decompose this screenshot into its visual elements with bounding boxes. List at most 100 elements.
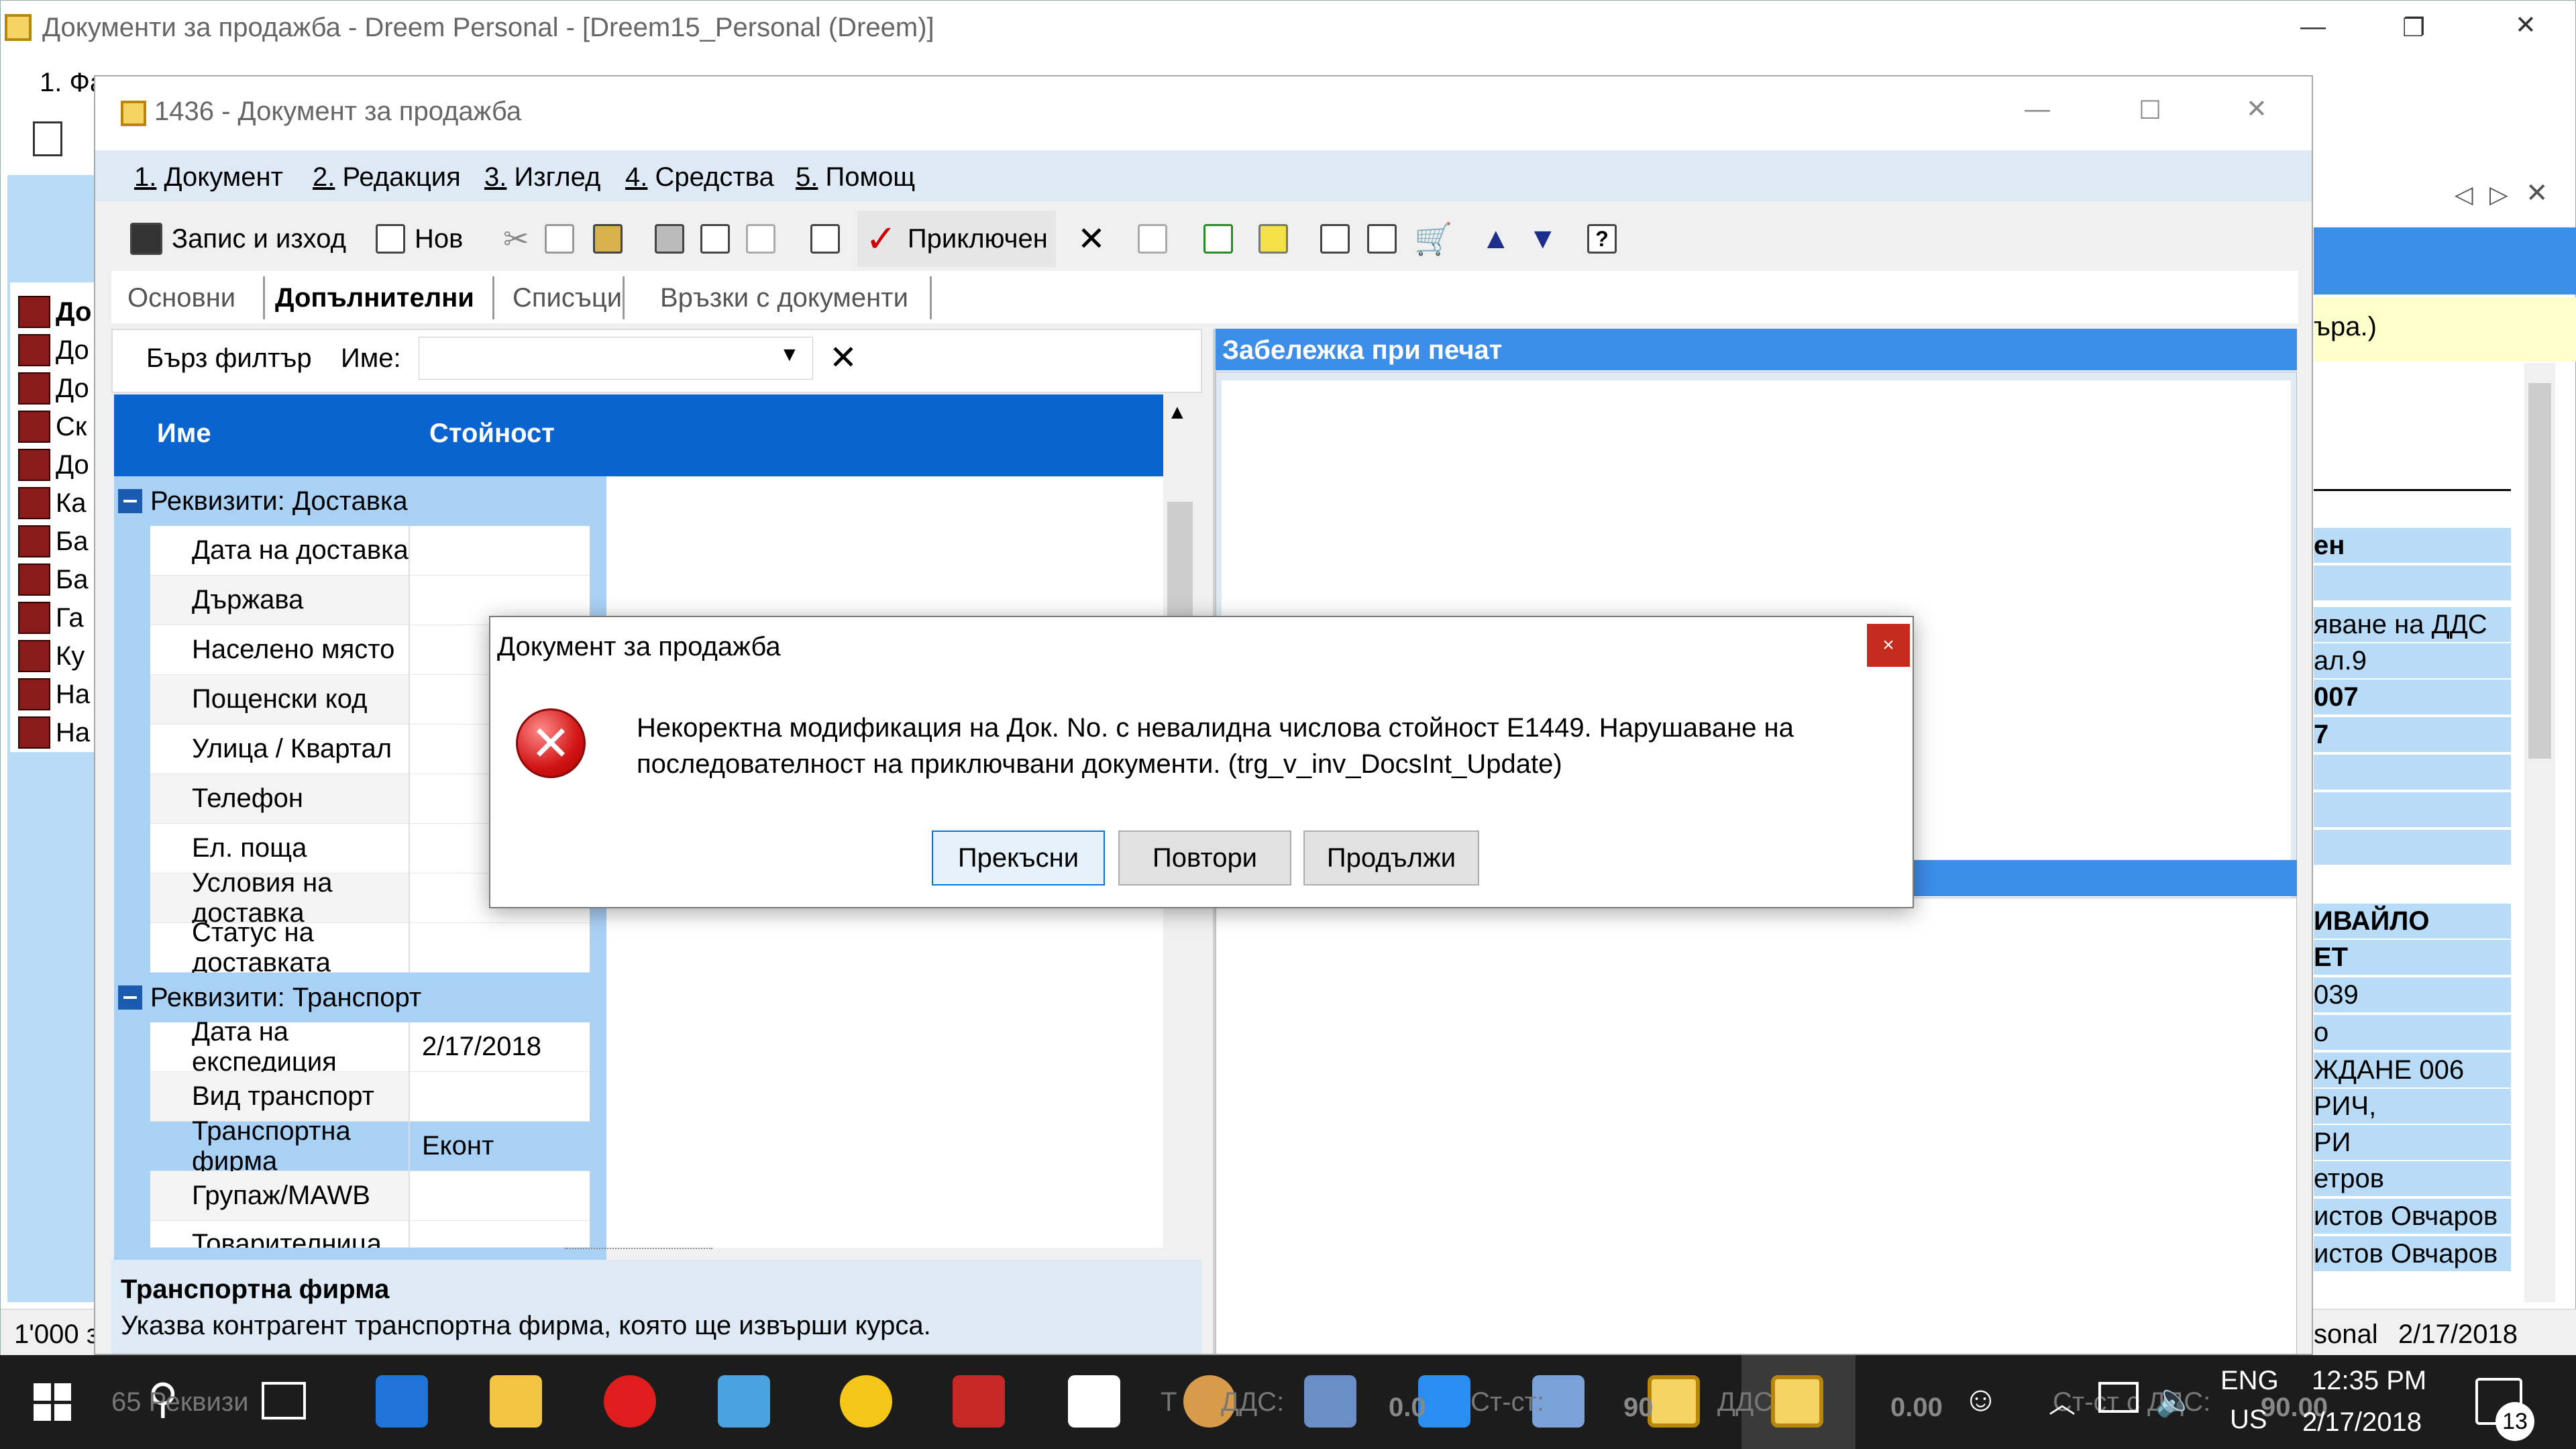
paste-button[interactable] <box>593 211 632 267</box>
name-filter-input[interactable] <box>419 337 813 380</box>
new-button[interactable]: Нов <box>376 211 463 267</box>
list-item[interactable]: До <box>18 334 89 366</box>
finished-button[interactable]: ✓ Приключен <box>857 211 1056 267</box>
continue-button[interactable]: Продължи <box>1303 830 1479 885</box>
opera-icon[interactable] <box>604 1375 656 1428</box>
menu-view[interactable]: 3. Изглед <box>484 162 600 193</box>
doc-minimize-icon[interactable]: — <box>2025 95 2050 124</box>
list-item[interactable]: Ку <box>18 640 85 672</box>
table-row[interactable]: Статус на доставката <box>150 918 643 977</box>
list-button[interactable] <box>1138 211 1177 267</box>
second-panel-area <box>1216 898 2297 1354</box>
menu-edit[interactable]: 2. Редакция <box>313 162 461 193</box>
list-item[interactable]: Ба <box>18 525 89 557</box>
list-item[interactable]: На <box>18 678 90 710</box>
tab-main[interactable]: Основни <box>127 276 235 319</box>
calculator-icon[interactable] <box>1068 1375 1120 1428</box>
help-button[interactable]: ? <box>1587 211 1626 267</box>
doc-maximize-icon[interactable]: ☐ <box>2139 95 2161 125</box>
copy-doc-button[interactable] <box>1320 211 1359 267</box>
app-icon[interactable] <box>1418 1375 1470 1428</box>
move-down-button[interactable]: ▼ <box>1528 211 1558 267</box>
table-row[interactable]: Дата на експедиция 2/17/2018 <box>150 1017 643 1077</box>
network-icon[interactable] <box>2098 1382 2139 1413</box>
menu-help[interactable]: 5. Помощ <box>796 162 915 193</box>
windows-start-icon[interactable] <box>34 1383 71 1421</box>
list-item[interactable]: Ка <box>18 487 87 519</box>
scroll-thumb[interactable] <box>2528 383 2551 759</box>
dreem-icon[interactable] <box>1648 1375 1700 1428</box>
tray-chevron-icon[interactable]: ︿ <box>2049 1382 2076 1421</box>
copy-button[interactable] <box>545 211 584 267</box>
edit-doc-button[interactable] <box>810 211 849 267</box>
move-up-button[interactable]: ▲ <box>1481 211 1511 267</box>
print-preview-button[interactable] <box>700 211 739 267</box>
group-row[interactable]: Реквизити: Транспорт <box>114 973 606 1022</box>
close-panel-icon[interactable]: ✕ <box>2526 178 2548 209</box>
people-icon[interactable]: ☺ <box>1963 1379 1998 1419</box>
highlight-button[interactable] <box>1258 211 1297 267</box>
list-item[interactable]: На <box>18 716 90 749</box>
col-header-name[interactable]: Име <box>157 419 211 449</box>
new-doc-icon[interactable] <box>33 121 62 156</box>
menu-document[interactable]: 1. Документ <box>134 162 283 193</box>
quick-filter-label[interactable]: Бърз филтър <box>146 343 312 374</box>
retry-button[interactable]: Повтори <box>1118 830 1291 885</box>
close-icon[interactable]: ✕ <box>2515 10 2536 40</box>
clock-date[interactable]: 2/17/2018 <box>2302 1407 2422 1438</box>
clear-filter-icon[interactable]: ✕ <box>829 338 857 377</box>
refresh-button[interactable] <box>1203 211 1242 267</box>
list-item[interactable]: До <box>18 372 89 405</box>
save-exit-button[interactable]: Запис и изход <box>130 211 346 267</box>
next-icon[interactable]: ▷ <box>2489 180 2508 209</box>
table-row-selected[interactable]: Транспортна фирма Еконт <box>150 1116 643 1176</box>
cyberghost-icon[interactable] <box>840 1375 892 1428</box>
restore-icon[interactable]: ❐ <box>2402 13 2425 43</box>
lang-top[interactable]: ENG <box>2220 1366 2279 1396</box>
cancel-finish-button[interactable]: ✕ <box>1077 211 1106 267</box>
doc-close-icon[interactable]: ✕ <box>2246 94 2267 124</box>
abort-button[interactable]: Прекъсни <box>932 830 1105 885</box>
expressvpn-icon[interactable] <box>953 1375 1005 1428</box>
cut-button[interactable]: ✂ <box>503 211 529 267</box>
tab-doc-links[interactable]: Връзки с документи <box>660 276 908 319</box>
attach-button[interactable] <box>746 211 785 267</box>
col-header-value[interactable]: Стойност <box>429 419 555 449</box>
list-item[interactable]: До <box>18 449 89 481</box>
table-row[interactable]: Групаж/MAWB <box>150 1171 643 1221</box>
network-app-icon[interactable] <box>718 1375 770 1428</box>
tab-additional[interactable]: Допълнителни <box>275 276 474 319</box>
minimize-icon[interactable]: — <box>2300 13 2326 42</box>
list-item[interactable]: Га <box>18 602 84 634</box>
menu-tools[interactable]: 4. Средства <box>625 162 774 193</box>
scroll-up-icon[interactable]: ▲ <box>1167 401 1187 424</box>
task-view-icon[interactable] <box>262 1382 306 1419</box>
group-row[interactable]: Реквизити: Доставка <box>114 476 606 526</box>
list-item[interactable]: Ба <box>18 564 89 596</box>
table-row[interactable]: Вид транспорт <box>150 1072 643 1122</box>
status-right-label: sonal <box>2314 1320 2378 1349</box>
table-row[interactable]: Товарителница <box>150 1221 643 1248</box>
right-scrollbar[interactable] <box>2524 363 2555 1302</box>
cart-button[interactable]: 🛒 <box>1414 211 1452 267</box>
lang-bottom[interactable]: US <box>2230 1405 2267 1435</box>
collapse-icon[interactable] <box>118 985 142 1010</box>
dreem-active-icon[interactable] <box>1771 1375 1823 1428</box>
volume-icon[interactable]: 🔈 <box>2155 1381 2195 1419</box>
file-explorer-icon[interactable] <box>490 1375 542 1428</box>
dialog-close-button[interactable]: × <box>1867 624 1910 667</box>
collapse-icon[interactable] <box>118 489 142 513</box>
name-filter-label: Име: <box>341 343 401 373</box>
list-item[interactable]: Ск <box>18 411 87 443</box>
splitter-handle[interactable] <box>565 1248 712 1258</box>
clock-time[interactable]: 12:35 PM <box>2312 1366 2426 1396</box>
tab-lists[interactable]: Списъци <box>513 276 622 319</box>
edge-icon[interactable] <box>376 1375 428 1428</box>
table-row[interactable]: Дата на доставка <box>150 526 643 576</box>
prev-icon[interactable]: ◁ <box>2455 180 2473 209</box>
app-icon[interactable] <box>1304 1375 1356 1428</box>
print-button[interactable] <box>655 211 694 267</box>
list-item[interactable]: До <box>18 296 91 328</box>
paste-doc-button[interactable] <box>1367 211 1406 267</box>
chevron-down-icon[interactable]: ▼ <box>780 343 800 366</box>
